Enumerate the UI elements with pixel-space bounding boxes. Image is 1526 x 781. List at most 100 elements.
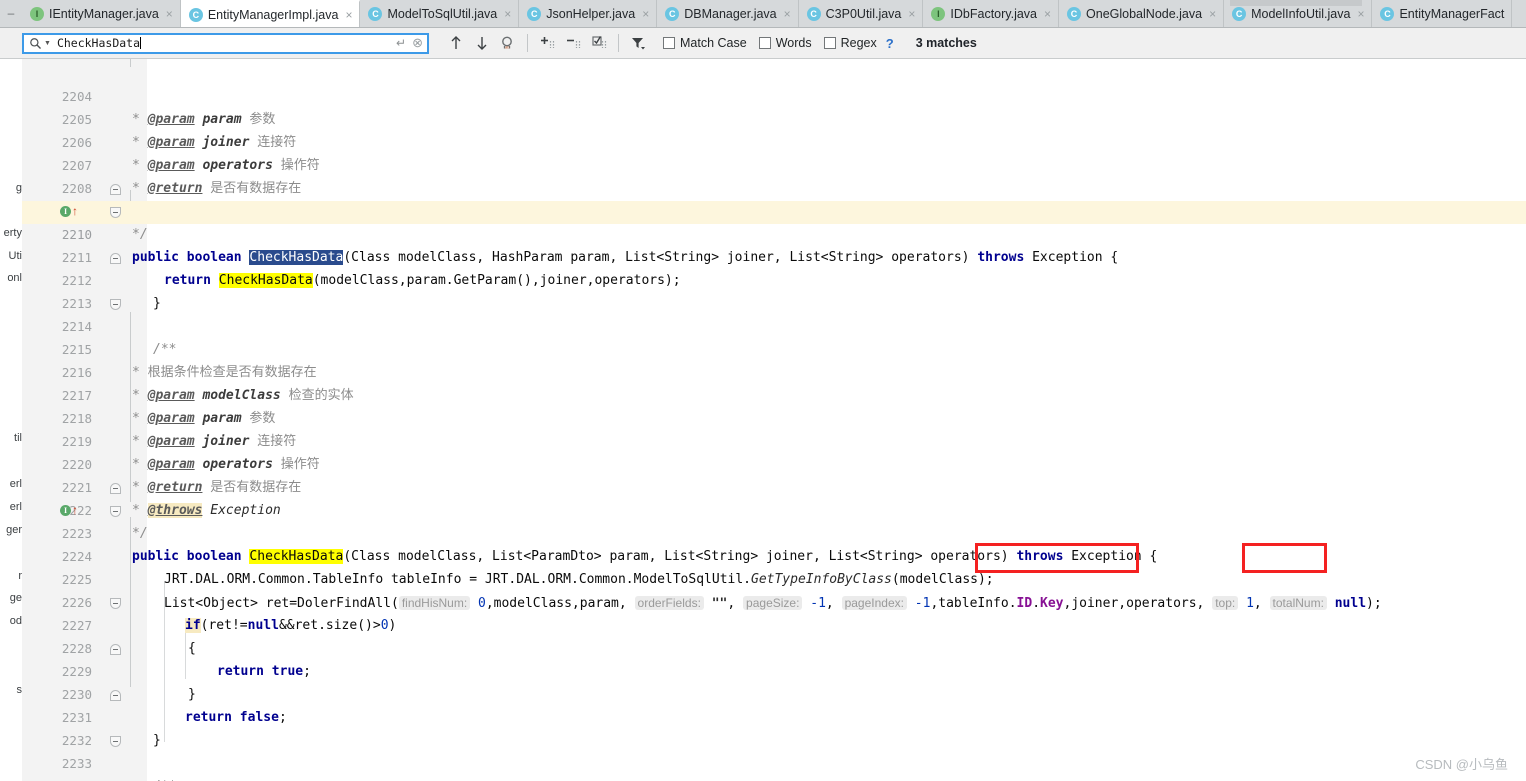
gutter-marker-implementing-method[interactable]: I ↑ [60,204,78,218]
code-line[interactable]: 2228 return true; [22,615,1526,679]
editor-tab-label: EntityManagerFact [1399,6,1505,21]
editor-tab-jsonhelper[interactable]: C JsonHelper.java × [519,0,658,27]
close-icon[interactable]: × [908,7,915,21]
code-line[interactable]: 2223 public boolean CheckHasData(Class m… [22,500,1526,564]
checkbox-label: Match Case [680,36,747,50]
code-line[interactable]: 2227 { [22,592,1526,656]
code-line[interactable] [22,776,1526,781]
code-line[interactable]: 2209 */ [22,178,1526,242]
search-help-icon[interactable]: ? [886,36,894,51]
editor-tab-idbfactory[interactable]: I IDbFactory.java × [923,0,1060,27]
editor-tab-oneglobalnode[interactable]: C OneGlobalNode.java × [1059,0,1225,27]
close-icon[interactable]: × [1357,7,1364,21]
code-line[interactable]: 2222 */ [22,477,1526,541]
background-panel-text: ger [6,524,22,536]
close-icon[interactable]: × [345,8,352,22]
chevron-down-icon[interactable]: ▼ [44,40,51,47]
close-icon[interactable]: × [1209,7,1216,21]
code-line[interactable]: 2213 [22,270,1526,311]
fold-marker[interactable] [110,690,121,701]
checkbox-box [823,37,836,49]
code-text-area[interactable]: 2204 * @param param 参数 2205 * @param joi… [22,59,1526,781]
select-all-occurrences-button[interactable] [588,32,610,54]
fold-marker[interactable] [110,736,121,747]
match-count-label: 3 matches [915,36,977,50]
arrow-up-icon: ↑ [72,204,78,218]
editor-tab-dbmanager[interactable]: C DBManager.java × [657,0,799,27]
implementing-method-icon: I [60,505,71,516]
implementing-method-icon: I [60,206,71,217]
text-caret [140,37,142,49]
filter-button[interactable] [627,32,649,54]
code-line[interactable]: 2220 * @return 是否有数据存在 [22,431,1526,495]
code-line[interactable]: 2216 * @param modelClass 检查的实体 [22,339,1526,403]
code-line[interactable]: 2221 * @throws Exception [22,454,1526,518]
close-icon[interactable]: × [504,7,511,21]
code-line[interactable]: 2218 * @param joiner 连接符 [22,385,1526,449]
code-line[interactable]: 2207 * @return 是否有数据存在 [22,132,1526,196]
class-icon: C [368,6,383,21]
fold-marker[interactable] [110,299,121,310]
fold-marker[interactable] [110,184,121,195]
code-line[interactable]: 2214 /** [22,293,1526,357]
fold-marker[interactable] [110,506,121,517]
gutter-marker-implementing-method[interactable]: I ↑ [60,504,78,516]
interface-icon: I [30,6,44,21]
fold-marker[interactable] [110,207,121,218]
checkbox-words[interactable]: Words [758,36,812,50]
code-line[interactable]: 2210 public boolean CheckHasData(Class m… [22,201,1526,265]
code-line[interactable]: 2212 } [22,247,1526,311]
clear-search-icon[interactable]: ⊗ [412,35,423,51]
fold-marker[interactable] [110,644,121,655]
code-line[interactable]: 2206 * @param operators 操作符 [22,109,1526,173]
code-line[interactable]: 2215 * 根据条件检查是否有数据存在 [22,316,1526,380]
close-icon[interactable]: × [1044,7,1051,21]
code-line[interactable]: 2219 * @param operators 操作符 [22,408,1526,472]
class-icon: C [1380,6,1395,21]
code-line[interactable]: 2231 } [22,684,1526,748]
editor-tab-modeltosqlutil[interactable]: C ModelToSqlUtil.java × [360,0,520,27]
editor-tab-ientitymanager[interactable]: I IEntityManager.java × [22,0,181,27]
find-previous-button[interactable] [445,32,467,54]
remove-occurrence-button[interactable] [562,32,584,54]
editor-tab-label: JsonHelper.java [546,6,636,21]
code-line[interactable]: 2211 return CheckHasData(modelClass,para… [22,224,1526,288]
class-icon: C [527,6,542,21]
tab-scroll-left-icon[interactable]: – [0,0,22,27]
background-panel-text: ge [9,592,22,604]
class-icon: C [188,7,203,22]
search-input[interactable]: ▼ CheckHasData ↵ ⊗ [22,32,429,54]
code-line[interactable]: 2208 * @throws Exception [22,155,1526,219]
code-line[interactable]: 2217 * @param param 参数 [22,362,1526,426]
search-input-value: CheckHasData [56,36,142,50]
red-box-top-param [1242,543,1327,573]
checkbox-regex[interactable]: Regex [823,36,877,50]
code-line[interactable]: 2234 * 根据条件+字段查询，查询结果按指定的页面把数据按JSON返回； [22,753,1526,781]
code-editor[interactable]: 2204 * @param param 参数 2205 * @param joi… [22,59,1526,781]
close-icon[interactable]: × [784,7,791,21]
editor-tab-entitymanagerimpl[interactable]: C EntityManagerImpl.java × [180,0,361,27]
code-line[interactable]: 2229 } [22,638,1526,702]
find-next-button[interactable] [471,32,493,54]
close-icon[interactable]: × [166,7,173,21]
ide-window: – I IEntityManager.java × C EntityManagerImp… [0,0,1526,781]
add-occurrence-button[interactable] [536,32,558,54]
editor-tab-label: EntityManagerImpl.java [207,7,339,22]
code-line[interactable]: 2205 * @param joiner 连接符 [22,86,1526,150]
background-panel-strip: g erty Uti onl til erl erl ger r ge od s [0,59,22,781]
editor-tab-entitymanagerfact[interactable]: C EntityManagerFact [1372,0,1513,27]
fold-marker[interactable] [110,483,121,494]
editor-tab-c3p0util[interactable]: C C3P0Util.java × [798,0,924,27]
close-icon[interactable]: × [642,7,649,21]
code-line[interactable]: 2232 [22,707,1526,748]
code-line[interactable]: 2230 return false; [22,661,1526,725]
enter-icon[interactable]: ↵ [396,36,406,50]
code-line[interactable]: 2204 * @param param 参数 [22,63,1526,127]
find-all-button[interactable]: ab [497,32,519,54]
code-line[interactable]: 2233 /** [22,730,1526,781]
editor-tab-label: ModelInfoUtil.java [1251,6,1351,21]
checkbox-match-case[interactable]: Match Case [663,36,747,50]
checkbox-label: Regex [840,36,877,50]
fold-marker[interactable] [110,598,121,609]
fold-marker[interactable] [110,253,121,264]
